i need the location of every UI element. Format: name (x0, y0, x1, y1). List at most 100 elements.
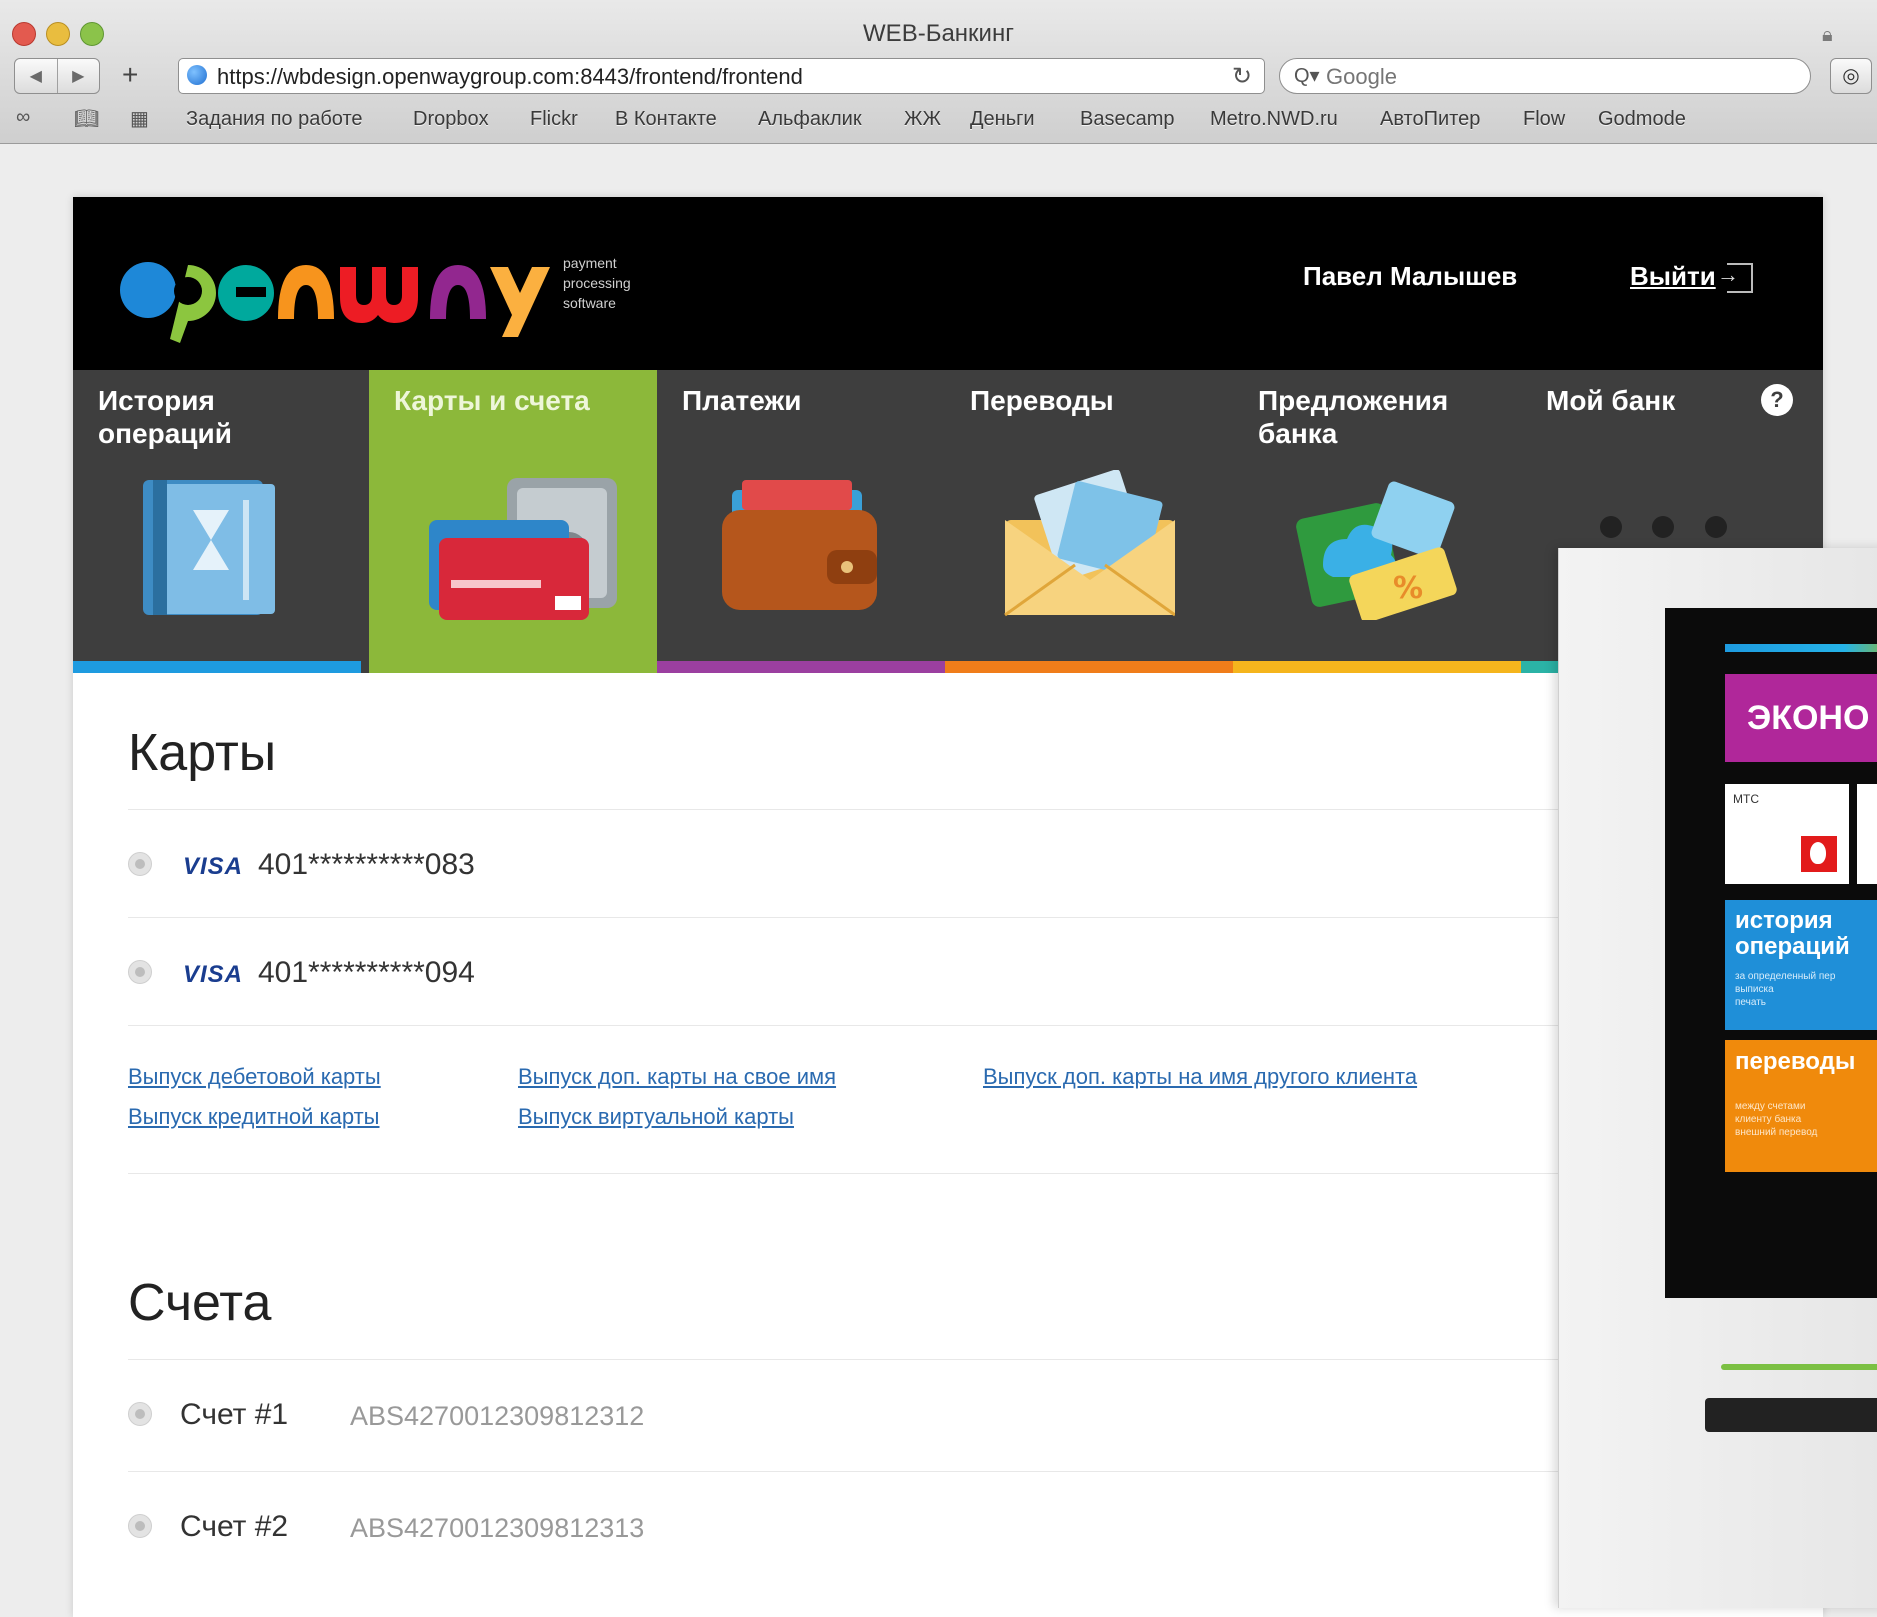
tagline-line: payment (563, 255, 617, 271)
tab-cards-accounts[interactable]: Карты и счета (369, 370, 657, 673)
sub-line: между счетами (1735, 1101, 1806, 1112)
logout-icon[interactable] (1717, 262, 1753, 293)
reload-icon[interactable]: ↻ (1232, 62, 1252, 91)
back-button[interactable]: ◀ (15, 59, 58, 93)
address-bar[interactable]: https://wbdesign.openwaygroup.com:8443/f… (178, 58, 1265, 94)
tagline-line: processing (563, 275, 631, 291)
svg-text:%: % (1393, 571, 1423, 606)
cards-title: Карты (128, 724, 277, 782)
account-row[interactable]: Счет #2 ABS4270012309812313 (128, 1471, 1628, 1584)
bookmark-item[interactable]: АвтоПитер (1380, 108, 1480, 131)
offers-icon: % (1296, 481, 1457, 620)
sub-line: клиенту банка (1735, 1114, 1802, 1125)
search-input[interactable] (1324, 63, 1788, 91)
card-radio[interactable] (128, 960, 152, 984)
dot-icon (1652, 516, 1675, 538)
sub-line: внешний перевод (1735, 1127, 1818, 1138)
forward-button[interactable]: ▶ (58, 59, 100, 93)
tab-label: Мой банк (1546, 385, 1676, 416)
reading-list-icon[interactable]: ∞ (16, 106, 30, 129)
tab-label: История операций (98, 385, 232, 449)
bookmark-item[interactable]: Задания по работе (186, 108, 363, 131)
lock-icon: 🔒︎ (1822, 24, 1833, 46)
tab-payments[interactable]: Платежи (657, 370, 945, 673)
user-name[interactable]: Павел Малышев (1303, 261, 1517, 292)
account-row[interactable]: Счет #1 ABS4270012309812312 (128, 1359, 1628, 1472)
site-header: payment processing software Павел Малыше… (73, 197, 1823, 370)
envelope-icon (1004, 470, 1175, 617)
logo-tagline: payment processing software (563, 253, 631, 313)
grid-icon[interactable]: ▦ (130, 106, 149, 131)
issue-additional-card-other-link[interactable]: Выпуск доп. карты на имя другого клиента (983, 1064, 1417, 1090)
tab-label: Карты и счета (394, 385, 590, 416)
dot-icon (1704, 516, 1727, 538)
bookmark-item[interactable]: Flow (1523, 108, 1565, 131)
bookmark-item[interactable]: Flickr (530, 108, 578, 131)
back-forward-buttons: ◀ ▶ (14, 58, 100, 94)
accounts-title: Счета (128, 1274, 272, 1332)
title-bar: WEB-Банкинг 🔒︎ (0, 8, 1877, 58)
issue-additional-card-own-link[interactable]: Выпуск доп. карты на свое имя (518, 1064, 836, 1090)
bookmark-item[interactable]: ЖЖ (904, 108, 941, 131)
kiosk-transfers-sub: между счетами клиенту банка внешний пере… (1735, 1100, 1877, 1139)
card-radio[interactable] (128, 852, 152, 876)
openway-logo[interactable] (118, 245, 558, 345)
issue-virtual-card-link[interactable]: Выпуск виртуальной карты (518, 1104, 794, 1130)
tab-bank-offers[interactable]: Предложения банка % (1233, 370, 1521, 673)
binder-icon (143, 480, 275, 615)
account-number: ABS4270012309812313 (350, 1513, 645, 1543)
card-number: 401**********083 (258, 848, 475, 881)
kiosk-top-bar (1725, 644, 1877, 652)
kiosk-transfers-title: переводы (1735, 1048, 1856, 1075)
kiosk-mts-tile: МТС (1725, 784, 1849, 884)
account-name: Счет #1 (180, 1398, 289, 1431)
bookmark-item[interactable]: Альфаклик (758, 108, 862, 131)
card-actions: Выпуск дебетовой карты Выпуск кредитной … (128, 1025, 1628, 1174)
window-title: WEB-Банкинг (863, 20, 1014, 47)
kiosk-history-title: история операций (1735, 907, 1850, 960)
account-name: Счет #2 (180, 1510, 289, 1543)
account-number: ABS4270012309812312 (350, 1401, 645, 1431)
bookmark-item[interactable]: Basecamp (1080, 108, 1175, 131)
issue-debit-card-link[interactable]: Выпуск дебетовой карты (128, 1064, 381, 1090)
safe-and-cards-icon (429, 478, 617, 620)
kiosk-history-sub: за определенный пер выписка печать (1735, 970, 1877, 1009)
bookmark-item[interactable]: Dropbox (413, 108, 489, 131)
bookmark-item[interactable]: Godmode (1598, 108, 1686, 131)
kiosk-card-slot (1705, 1398, 1877, 1432)
sub-line: выписка (1735, 984, 1774, 995)
mts-label: МТС (1733, 792, 1759, 806)
tab-color-bar (73, 661, 361, 673)
bookmark-item[interactable]: В Контакте (615, 108, 717, 131)
tab-transfers[interactable]: Переводы (945, 370, 1233, 673)
settings-button[interactable]: ◎ (1830, 58, 1872, 94)
bookmark-item[interactable]: Деньги (970, 108, 1035, 131)
add-bookmark-button[interactable]: + (122, 60, 138, 90)
more-icons (1600, 516, 1753, 543)
kiosk-econom-tile: ЭКОНО (1725, 674, 1877, 762)
account-radio[interactable] (128, 1514, 152, 1538)
tab-label: Предложения банка (1258, 385, 1449, 449)
card-number: 401**********094 (258, 956, 475, 989)
search-icon: Q▾ (1294, 65, 1320, 87)
tab-color-bar (1233, 661, 1521, 673)
visa-logo: VISA (183, 961, 244, 988)
divider (128, 1173, 1628, 1174)
kiosk-small-tile (1857, 784, 1877, 884)
atm-kiosk-image: ЭКОНО МТС история операций за определенн… (1558, 548, 1877, 1608)
book-icon[interactable]: 📖︎ (74, 106, 99, 131)
sub-line: за определенный пер (1735, 971, 1836, 982)
bookmarks-bar: ∞ 📖︎ ▦ Задания по работе Dropbox Flickr … (0, 104, 1877, 136)
search-box[interactable]: Q▾ (1279, 58, 1811, 94)
issue-credit-card-link[interactable]: Выпуск кредитной карты (128, 1104, 379, 1130)
help-icon[interactable]: ? (1761, 384, 1793, 416)
globe-icon (187, 65, 207, 85)
tab-operations-history[interactable]: История операций (73, 370, 361, 673)
browser-chrome: WEB-Банкинг 🔒︎ ◀ ▶ + https://wbdesign.op… (0, 0, 1877, 144)
bookmark-item[interactable]: Metro.NWD.ru (1210, 108, 1338, 131)
tagline-line: software (563, 295, 616, 311)
account-radio[interactable] (128, 1402, 152, 1426)
card-row[interactable]: VISA 401**********083 (128, 809, 1628, 918)
card-row[interactable]: VISA 401**********094 (128, 917, 1628, 1026)
logout-link[interactable]: Выйти (1630, 261, 1716, 292)
